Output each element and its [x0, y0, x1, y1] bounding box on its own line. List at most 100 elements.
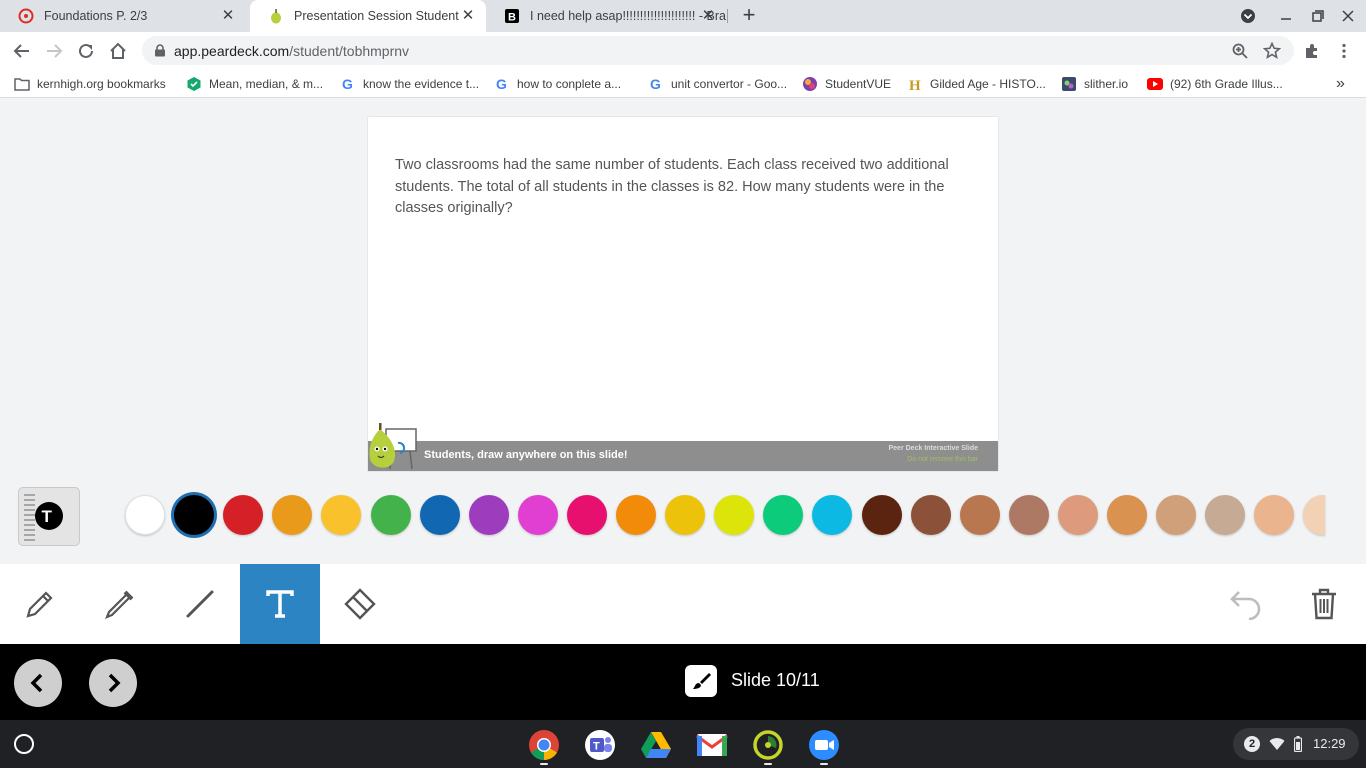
- close-tab-icon[interactable]: ✕: [220, 8, 236, 24]
- bookmark-label: Mean, median, & m...: [209, 77, 324, 91]
- bookmark-unit-convertor[interactable]: G unit convertor - Goo...: [648, 76, 787, 92]
- bookmark-favicon: [186, 76, 202, 92]
- color-swatch[interactable]: [419, 495, 460, 535]
- paintbrush-icon: [693, 673, 711, 689]
- svg-text:H: H: [909, 78, 921, 92]
- pencil-tool-button[interactable]: [0, 564, 80, 644]
- color-swatch[interactable]: [714, 495, 755, 535]
- tab-brainly[interactable]: B I need help asap!!!!!!!!!!!!!!!!!!!!! …: [486, 0, 726, 32]
- menu-icon[interactable]: [1333, 40, 1355, 62]
- text-style-picker[interactable]: T: [18, 487, 80, 546]
- svg-text:G: G: [650, 76, 661, 92]
- color-swatch[interactable]: [1303, 495, 1326, 535]
- eraser-tool-button[interactable]: [320, 564, 400, 644]
- os-shelf: T 2 12:29: [0, 720, 1366, 768]
- color-swatch[interactable]: [763, 495, 804, 535]
- google-drive-app-icon[interactable]: [639, 728, 673, 762]
- footer-instruction: Students, draw anywhere on this slide!: [424, 449, 628, 461]
- reload-icon[interactable]: [75, 40, 97, 62]
- color-swatch[interactable]: [370, 495, 411, 535]
- color-swatch[interactable]: [1205, 495, 1246, 535]
- marker-icon: [105, 590, 134, 619]
- tab-presentation-session[interactable]: Presentation Session Student ✕: [250, 0, 486, 32]
- bookmark-slither[interactable]: slither.io: [1061, 76, 1128, 92]
- teams-app-icon[interactable]: T: [583, 728, 617, 762]
- color-swatch[interactable]: [223, 495, 264, 535]
- line-tool-button[interactable]: [160, 564, 240, 644]
- color-swatch[interactable]: [1107, 495, 1147, 535]
- previous-slide-button[interactable]: [14, 659, 62, 707]
- tab-search-icon[interactable]: [1238, 6, 1258, 26]
- address-bar[interactable]: app.peardeck.com/student/tobhmprnv: [142, 36, 1294, 65]
- back-icon[interactable]: [11, 40, 33, 62]
- zoom-icon[interactable]: [1229, 40, 1251, 62]
- forward-icon[interactable]: [43, 40, 65, 62]
- running-indicator: [540, 763, 548, 765]
- bookmark-know-evidence[interactable]: G know the evidence t...: [340, 76, 479, 92]
- color-swatch[interactable]: [174, 495, 215, 535]
- color-swatch[interactable]: [861, 495, 902, 535]
- lock-icon[interactable]: [154, 44, 166, 62]
- home-icon[interactable]: [107, 40, 129, 62]
- text-tool-button[interactable]: [240, 564, 320, 644]
- chrome-app-icon[interactable]: [527, 728, 561, 765]
- bookmark-label: StudentVUE: [825, 77, 892, 91]
- marker-tool-button[interactable]: [80, 564, 160, 644]
- google-favicon: G: [648, 76, 664, 92]
- bookmark-kernhigh[interactable]: kernhigh.org bookmarks: [14, 76, 166, 92]
- bookmark-studentvue[interactable]: StudentVUE: [802, 76, 891, 92]
- bookmark-label: (92) 6th Grade Illus...: [1170, 77, 1283, 91]
- color-swatch[interactable]: [468, 495, 509, 535]
- close-window-icon[interactable]: [1338, 6, 1358, 26]
- footer-brand: Peer Deck Interactive Slide: [888, 445, 979, 452]
- close-tab-icon[interactable]: ✕: [460, 8, 476, 24]
- wifi-icon: [1269, 738, 1285, 750]
- color-swatch[interactable]: [1254, 495, 1295, 535]
- color-swatch[interactable]: [910, 495, 951, 535]
- brainly-favicon: B: [504, 8, 520, 24]
- bookmark-youtube[interactable]: (92) 6th Grade Illus...: [1147, 76, 1283, 92]
- slither-favicon: [1061, 76, 1077, 92]
- restore-icon[interactable]: [1308, 6, 1328, 26]
- tab-foundations[interactable]: Foundations P. 2/3 ✕: [0, 0, 246, 32]
- bookmarks-overflow-button[interactable]: »: [1336, 75, 1345, 92]
- gmail-app-icon[interactable]: [695, 728, 729, 762]
- slide-question: Two classrooms had the same number of st…: [395, 157, 949, 217]
- new-tab-button[interactable]: +: [738, 4, 760, 27]
- notification-count[interactable]: 2: [1244, 736, 1260, 752]
- undo-icon: [1230, 591, 1261, 620]
- bookmark-label: Gilded Age - HISTO...: [930, 77, 1046, 91]
- delete-button[interactable]: [1284, 564, 1364, 644]
- minimize-icon[interactable]: [1276, 6, 1296, 26]
- color-swatch[interactable]: [1057, 495, 1098, 535]
- line-icon: [186, 590, 214, 618]
- studentvue-favicon: [802, 76, 818, 92]
- bookmark-mean-median[interactable]: Mean, median, & m...: [186, 76, 323, 92]
- youtube-favicon: [1147, 76, 1163, 92]
- color-swatch[interactable]: [321, 495, 362, 535]
- bookmark-star-icon[interactable]: [1261, 40, 1283, 62]
- timer-app-icon[interactable]: [751, 728, 785, 765]
- bookmark-how-to-complete[interactable]: G how to conplete a...: [494, 76, 621, 92]
- extensions-icon[interactable]: [1301, 40, 1323, 62]
- color-swatch[interactable]: [812, 495, 853, 535]
- zoom-app-icon[interactable]: [807, 728, 841, 765]
- color-swatch[interactable]: [1156, 495, 1197, 535]
- color-swatch[interactable]: [517, 495, 558, 535]
- pencil-icon: [26, 591, 53, 618]
- color-swatch[interactable]: [272, 495, 313, 535]
- color-swatch[interactable]: [616, 495, 656, 535]
- color-swatch[interactable]: [1008, 495, 1049, 535]
- slide-canvas[interactable]: Two classrooms had the same number of st…: [368, 117, 998, 471]
- undo-button[interactable]: [1206, 564, 1286, 644]
- bookmark-gilded-age[interactable]: H Gilded Age - HISTO...: [907, 76, 1046, 92]
- next-slide-button[interactable]: [89, 659, 137, 707]
- color-swatch[interactable]: [959, 495, 1000, 535]
- color-swatch[interactable]: [566, 495, 607, 535]
- url-host: app.peardeck.com: [174, 43, 290, 59]
- color-swatch[interactable]: [665, 495, 706, 535]
- close-tab-icon[interactable]: ✕: [700, 8, 716, 24]
- color-swatch[interactable]: [125, 495, 165, 535]
- status-tray[interactable]: 2 12:29: [1233, 728, 1359, 760]
- launcher-icon[interactable]: [14, 734, 34, 754]
